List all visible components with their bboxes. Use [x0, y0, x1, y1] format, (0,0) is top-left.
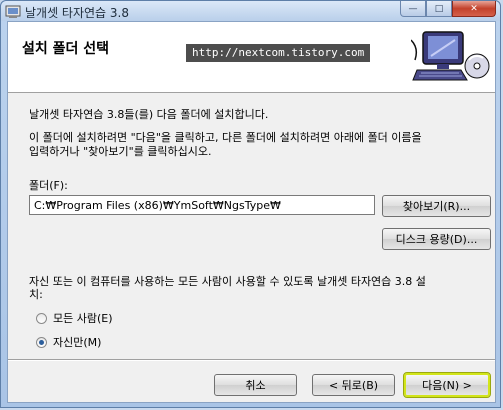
app-icon [5, 5, 21, 18]
browse-button[interactable]: 찾아보기(R)... [382, 195, 491, 217]
folder-path-input[interactable] [29, 195, 375, 215]
radio-just-me[interactable]: 자신만(M) [36, 334, 101, 350]
minimize-button[interactable]: — [400, 1, 426, 17]
page-title: 설치 폴더 선택 [22, 41, 110, 57]
installer-window: 날개셋 타자연습 3.8 — □ ✕ 설치 폴더 선택 http://nextc… [0, 0, 501, 408]
users-question-line-1: 자신 또는 이 컴퓨터를 사용하는 모든 사람이 사용할 수 있도록 날개셋 타… [29, 275, 426, 288]
wizard-header: 설치 폴더 선택 http://nextcom.tistory.com [8, 22, 495, 93]
cancel-button[interactable]: 취소 [214, 374, 297, 396]
users-question-line-2: 치: [29, 288, 43, 301]
footer-divider [8, 359, 495, 361]
disk-cost-button[interactable]: 디스크 용량(D)... [382, 228, 491, 250]
instruction-line-2: 입력하거나 "찾아보기"를 클릭하십시오. [29, 145, 212, 158]
title-bar[interactable]: 날개셋 타자연습 3.8 — □ ✕ [1, 1, 500, 21]
dialog-client: 설치 폴더 선택 http://nextcom.tistory.com 날개셋 … [7, 21, 496, 403]
computer-cd-icon [411, 31, 490, 81]
radio-everyone[interactable]: 모든 사람(E) [36, 310, 113, 326]
radio-everyone-label: 모든 사람(E) [53, 312, 113, 325]
close-button[interactable]: ✕ [452, 1, 496, 17]
radio-button-everyone[interactable] [36, 312, 47, 324]
instruction-line-1: 이 폴더에 설치하려면 "다음"을 클릭하고, 다른 폴더에 설치하려면 아래에… [29, 131, 422, 144]
maximize-button[interactable]: □ [426, 1, 452, 17]
window-title: 날개셋 타자연습 3.8 [25, 6, 129, 20]
intro-text: 날개셋 타자연습 3.8들(를) 다음 폴더에 설치합니다. [29, 108, 269, 121]
radio-button-just-me[interactable] [36, 336, 47, 348]
url-watermark: http://nextcom.tistory.com [186, 44, 371, 62]
radio-just-me-label: 자신만(M) [53, 336, 102, 349]
window-controls: — □ ✕ [400, 1, 496, 18]
folder-label: 폴더(F): [29, 179, 68, 192]
next-button[interactable]: 다음(N) > [403, 372, 491, 398]
back-button[interactable]: < 뒤로(B) [312, 374, 395, 396]
